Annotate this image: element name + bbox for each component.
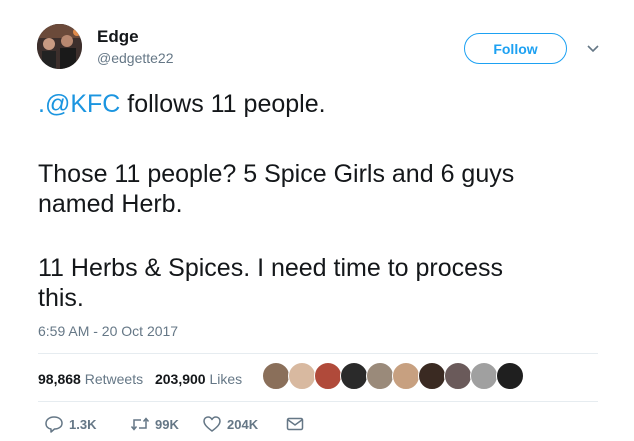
tweet-card: Edge @edgette22 Follow .@KFC follows 11 … (0, 0, 634, 441)
reply-icon (45, 416, 63, 433)
tweet-text-line-3: named Herb. (38, 190, 183, 218)
divider (38, 401, 598, 402)
follow-button[interactable]: Follow (464, 33, 567, 64)
retweet-button[interactable]: 99K (130, 413, 179, 435)
heart-icon (203, 416, 221, 432)
retweets-stat[interactable]: 98,868 Retweets (38, 371, 143, 387)
user-avatar[interactable] (37, 24, 82, 69)
likes-label: Likes (209, 371, 243, 387)
like-count: 204K (227, 416, 259, 432)
liker-avatar[interactable] (314, 362, 342, 390)
liker-avatar[interactable] (392, 362, 420, 390)
retweet-count: 99K (155, 416, 179, 432)
reply-button[interactable]: 1.3K (44, 413, 96, 435)
likes-stat[interactable]: 203,900 Likes (155, 371, 242, 387)
like-button[interactable]: 204K (202, 413, 258, 435)
liker-avatar[interactable] (340, 362, 368, 390)
likes-count: 203,900 (154, 371, 206, 387)
tweet-text-line-2: Those 11 people? 5 Spice Girls and 6 guy… (38, 160, 515, 188)
liker-avatar[interactable] (288, 362, 316, 390)
mention-link[interactable]: .@KFC (38, 90, 120, 118)
tweet-text-fragment: follows 11 people. (120, 90, 326, 118)
retweets-count: 98,868 (38, 371, 81, 387)
tweet-text-line-4: 11 Herbs & Spices. I need time to proces… (38, 254, 504, 282)
tweet-text-line-5: this. (38, 284, 84, 312)
tweet-text-line-1: .@KFC follows 11 people. (38, 89, 326, 119)
envelope-icon (286, 417, 304, 431)
tweet-timestamp[interactable]: 6:59 AM - 20 Oct 2017 (38, 323, 178, 339)
reply-count: 1.3K (69, 416, 97, 432)
liker-avatar[interactable] (418, 362, 446, 390)
liker-avatar[interactable] (496, 362, 524, 390)
direct-message-button[interactable] (285, 413, 310, 435)
divider (38, 353, 598, 354)
liker-avatar[interactable] (366, 362, 394, 390)
engagement-stats: 98,868 Retweets 203,900 Likes (38, 371, 250, 387)
liker-avatar[interactable] (262, 362, 290, 390)
display-name[interactable]: Edge (97, 27, 139, 47)
chevron-down-icon[interactable] (585, 41, 601, 57)
liker-avatar[interactable] (444, 362, 472, 390)
retweets-label: Retweets (84, 371, 144, 387)
user-handle[interactable]: @edgette22 (97, 50, 174, 66)
retweet-icon (130, 417, 150, 431)
liker-avatar[interactable] (470, 362, 498, 390)
